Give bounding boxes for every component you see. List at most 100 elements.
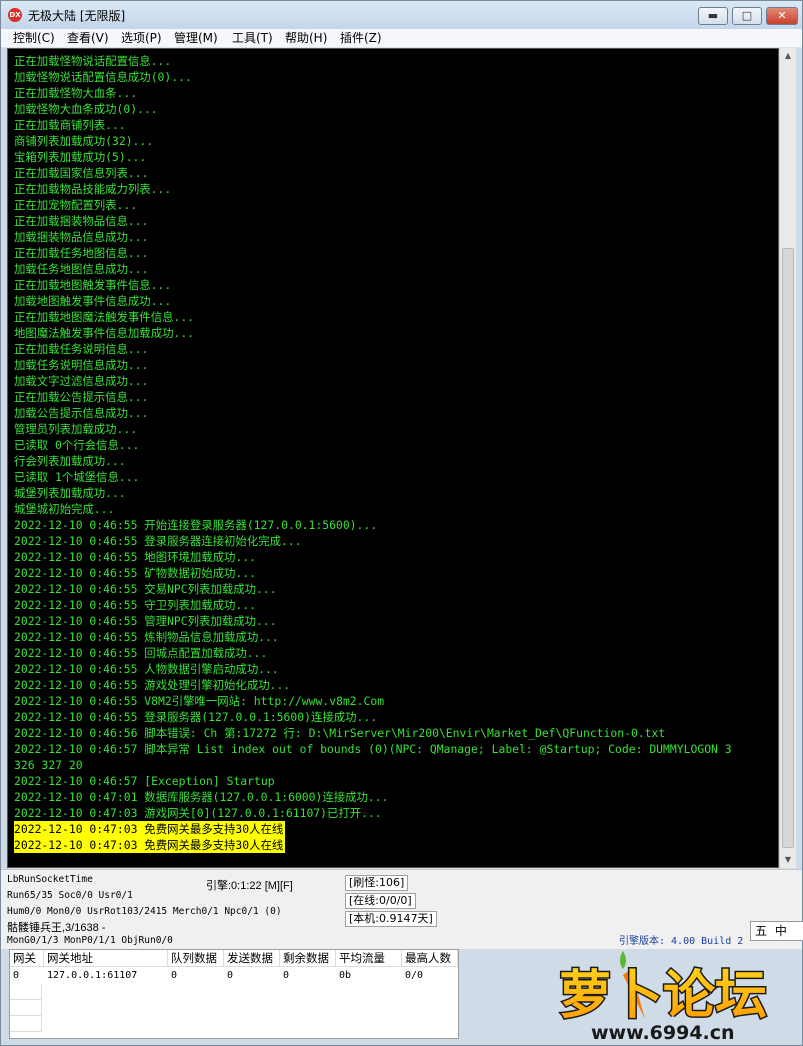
log-line: 加载任务说明信息成功... bbox=[14, 358, 149, 372]
menu-options[interactable]: 选项(P) bbox=[121, 30, 162, 46]
log-line: 正在加载国家信息列表... bbox=[14, 166, 149, 180]
log-line: 2022-12-10 0:46:55 地图环境加载成功... bbox=[14, 550, 256, 564]
scroll-down-arrow-icon[interactable]: ▼ bbox=[780, 852, 796, 868]
engine-time: 引擎:0:1:22 [M][F] bbox=[206, 880, 293, 892]
col-avg-traffic[interactable]: 平均流量 bbox=[336, 950, 402, 967]
col-gateway[interactable]: 网关 bbox=[10, 950, 44, 967]
hum-stats: Hum0/0 Mon0/0 UsrRot103/2415 Merch0/1 Np… bbox=[7, 906, 282, 917]
local-uptime: [本机:0.9147天] bbox=[345, 911, 437, 927]
mon-stats: MonG0/1/3 MonP0/1/1 ObjRun0/0 bbox=[7, 935, 173, 946]
log-line: 2022-12-10 0:46:55 管理NPC列表加载成功... bbox=[14, 614, 277, 628]
scroll-up-arrow-icon[interactable]: ▲ bbox=[780, 48, 796, 64]
log-line: 2022-12-10 0:46:56 脚本错误: Ch 第:17272 行: D… bbox=[14, 726, 666, 740]
table-row-send[interactable]: 0 bbox=[224, 968, 233, 984]
ime-chinese-label: 中 bbox=[774, 924, 787, 938]
watermark-brand: 萝卜论坛 bbox=[559, 966, 767, 1026]
log-line: 2022-12-10 0:46:55 开始连接登录服务器(127.0.0.1:5… bbox=[14, 518, 378, 532]
console-scrollbar[interactable]: ▲ ▼ bbox=[779, 48, 796, 868]
empty-row-marker bbox=[10, 1000, 42, 1016]
server-window: DX 无极大陆 [无限版] ▬ □ ✕ 控制(C) 查看(V) 选项(P) 管理… bbox=[0, 0, 803, 1046]
engine-version: 引擎版本: 4.00 Build 2 bbox=[619, 936, 744, 947]
online-count: [在线:0/0/0] bbox=[345, 893, 416, 909]
log-line: 2022-12-10 0:46:55 回城点配置加载成功... bbox=[14, 646, 268, 660]
log-line: 2022-12-10 0:46:55 登录服务器(127.0.0.1:5600)… bbox=[14, 710, 378, 724]
lb-run-socket-time: LbRunSocketTime bbox=[7, 874, 93, 885]
maximize-button[interactable]: □ bbox=[732, 7, 762, 25]
log-line: 2022-12-10 0:46:55 登录服务器连接初始化完成... bbox=[14, 534, 302, 548]
log-line: 2022-12-10 0:46:57 脚本异常 List index out o… bbox=[14, 742, 732, 756]
log-line: 正在加载公告提示信息... bbox=[14, 390, 149, 404]
log-line: 正在加宠物配置列表... bbox=[14, 198, 138, 212]
gateway-table[interactable]: 网关 网关地址 队列数据 发送数据 剩余数据 平均流量 最高人数 0 127.0… bbox=[9, 949, 459, 1039]
log-line: 2022-12-10 0:46:55 游戏处理引擎初始化成功... bbox=[14, 678, 291, 692]
log-line: 2022-12-10 0:46:55 人物数据引擎启动成功... bbox=[14, 662, 279, 676]
log-line: 正在加载商铺列表... bbox=[14, 118, 126, 132]
log-line: 2022-12-10 0:46:55 V8M2引擎唯一网站: http://ww… bbox=[14, 694, 385, 708]
ime-wubi-icon: 五 bbox=[755, 924, 768, 938]
log-line: 加载捆装物品信息成功... bbox=[14, 230, 149, 244]
log-line: 2022-12-10 0:46:55 炼制物品信息加载成功... bbox=[14, 630, 279, 644]
table-row-avg[interactable]: 0b bbox=[336, 968, 351, 984]
highlighted-log-line: 2022-12-10 0:47:03 免费网关最多支持30人在线 bbox=[14, 821, 286, 837]
log-line: 正在加载地图触发事件信息... bbox=[14, 278, 172, 292]
monster-stats: 骷髅锤兵王,3/1638 - bbox=[7, 922, 106, 934]
log-line: 正在加载任务说明信息... bbox=[14, 342, 149, 356]
log-line: 2022-12-10 0:46:57 [Exception] Startup bbox=[14, 774, 275, 788]
log-line: 宝箱列表加载成功(5)... bbox=[14, 150, 147, 164]
ime-indicator[interactable]: 五 中 bbox=[750, 921, 803, 941]
col-max-users[interactable]: 最高人数 bbox=[402, 950, 458, 967]
menu-help[interactable]: 帮助(H) bbox=[285, 30, 327, 46]
log-line: 326 327 20 bbox=[14, 758, 83, 772]
highlighted-log-line: 2022-12-10 0:47:03 免费网关最多支持30人在线 bbox=[14, 837, 286, 853]
run-stats: Run65/35 Soc0/0 Usr0/1 bbox=[7, 890, 133, 901]
scrollbar-thumb[interactable] bbox=[782, 248, 794, 848]
empty-row-marker bbox=[10, 1016, 42, 1032]
close-button[interactable]: ✕ bbox=[766, 7, 798, 25]
log-line: 正在加载怪物大血条... bbox=[14, 86, 138, 100]
log-line: 地图魔法触发事件信息加载成功... bbox=[14, 326, 195, 340]
log-line: 已读取 0个行会信息... bbox=[14, 438, 140, 452]
col-gateway-address[interactable]: 网关地址 bbox=[44, 950, 168, 967]
menu-control[interactable]: 控制(C) bbox=[13, 30, 55, 46]
log-line: 2022-12-10 0:46:55 交易NPC列表加载成功... bbox=[14, 582, 277, 596]
window-title: 无极大陆 [无限版] bbox=[28, 9, 126, 23]
menu-bar: 控制(C) 查看(V) 选项(P) 管理(M) 工具(T) 帮助(H) 插件(Z… bbox=[1, 29, 802, 48]
log-line: 正在加载任务地图信息... bbox=[14, 246, 149, 260]
table-row-max[interactable]: 0/0 bbox=[402, 968, 423, 984]
col-send-data[interactable]: 发送数据 bbox=[224, 950, 280, 967]
log-line: 正在加载地图魔法触发事件信息... bbox=[14, 310, 195, 324]
menu-tools[interactable]: 工具(T) bbox=[232, 30, 273, 46]
log-line: 加载任务地图信息成功... bbox=[14, 262, 149, 276]
table-row-address[interactable]: 127.0.0.1:61107 bbox=[44, 968, 137, 984]
log-line: 加载文字过滤信息成功... bbox=[14, 374, 149, 388]
refresh-monster-count: [刷怪:106] bbox=[345, 875, 409, 891]
log-line: 城堡列表加载成功... bbox=[14, 486, 126, 500]
title-bar[interactable]: DX 无极大陆 [无限版] ▬ □ ✕ bbox=[1, 1, 802, 29]
log-line: 2022-12-10 0:47:03 游戏网关[0](127.0.0.1:611… bbox=[14, 806, 382, 820]
log-line: 加载公告提示信息成功... bbox=[14, 406, 149, 420]
log-lines: 正在加载怪物说话配置信息... 加载怪物说话配置信息成功(0)... 正在加载怪物大… bbox=[14, 53, 774, 853]
col-queue-data[interactable]: 队列数据 bbox=[168, 950, 224, 967]
col-remaining-data[interactable]: 剩余数据 bbox=[280, 950, 336, 967]
watermark-logo: 萝卜论坛 www.6994.cn bbox=[558, 951, 769, 1043]
log-line: 管理员列表加载成功... bbox=[14, 422, 138, 436]
menu-view[interactable]: 查看(V) bbox=[67, 30, 109, 46]
empty-row-marker bbox=[10, 984, 42, 1000]
minimize-button[interactable]: ▬ bbox=[698, 7, 728, 25]
table-row-queue[interactable]: 0 bbox=[168, 968, 177, 984]
log-line: 2022-12-10 0:47:01 数据库服务器(127.0.0.1:6000… bbox=[14, 790, 389, 804]
log-console[interactable]: 正在加载怪物说话配置信息... 加载怪物说话配置信息成功(0)... 正在加载怪物大… bbox=[7, 48, 779, 868]
table-row-remaining[interactable]: 0 bbox=[280, 968, 289, 984]
log-line: 商铺列表加载成功(32)... bbox=[14, 134, 154, 148]
menu-manage[interactable]: 管理(M) bbox=[174, 30, 218, 46]
log-line: 加载地图触发事件信息成功... bbox=[14, 294, 172, 308]
app-icon: DX bbox=[8, 8, 22, 22]
log-line: 城堡城初始完成... bbox=[14, 502, 115, 516]
watermark-url: www.6994.cn bbox=[591, 1022, 735, 1043]
log-line: 2022-12-10 0:46:55 矿物数据初始成功... bbox=[14, 566, 256, 580]
log-line: 加载怪物大血条成功(0)... bbox=[14, 102, 158, 116]
menu-plugins[interactable]: 插件(Z) bbox=[340, 30, 382, 46]
log-line: 行会列表加载成功... bbox=[14, 454, 126, 468]
table-row-gateway[interactable]: 0 bbox=[10, 968, 19, 984]
log-line: 正在加载捆装物品信息... bbox=[14, 214, 149, 228]
